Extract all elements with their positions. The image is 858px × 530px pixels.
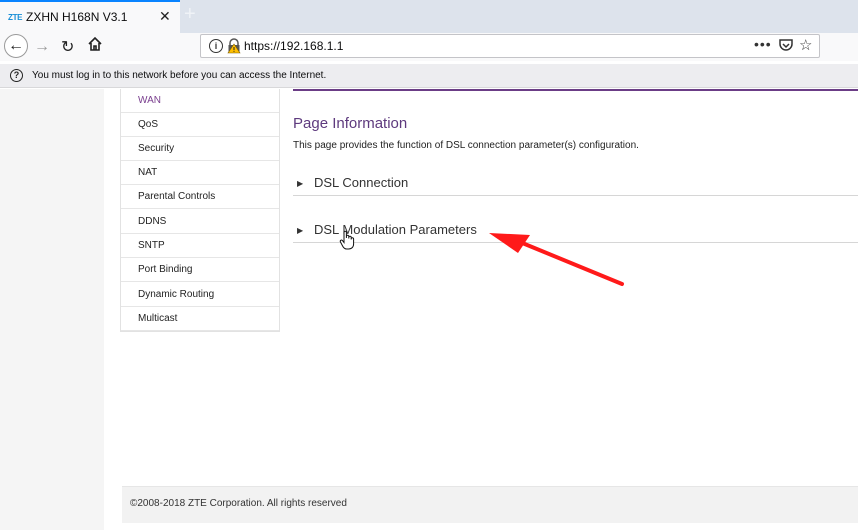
- tab-title: ZXHN H168N V3.1: [26, 10, 128, 24]
- expand-triangle-icon: ▶: [297, 226, 304, 235]
- sidebar-item-wan[interactable]: WAN: [121, 89, 279, 113]
- header-divider: [293, 89, 858, 91]
- insecure-lock-icon[interactable]: [227, 38, 241, 59]
- expand-triangle-icon: ▶: [297, 179, 304, 188]
- sidebar-item-security[interactable]: Security: [121, 137, 279, 161]
- sidebar-item-sntp[interactable]: SNTP: [121, 234, 279, 258]
- question-icon: ?: [10, 69, 23, 82]
- sidebar-item-port-binding[interactable]: Port Binding: [121, 258, 279, 282]
- section-dsl-modulation-parameters[interactable]: ▶ DSL Modulation Parameters: [293, 222, 858, 243]
- page-actions-icon[interactable]: •••: [754, 36, 772, 52]
- sidebar-menu: WAN QoS Security NAT Parental Controls D…: [120, 89, 280, 332]
- sidebar-item-ddns[interactable]: DDNS: [121, 210, 279, 234]
- notification-text: You must log in to this network before y…: [32, 70, 327, 81]
- hand-cursor-icon: [339, 230, 355, 255]
- browser-tab[interactable]: ZTE ZXHN H168N V3.1 ✕: [0, 0, 180, 33]
- page-viewport: WAN QoS Security NAT Parental Controls D…: [0, 89, 858, 530]
- page-title: Page Information: [293, 115, 408, 132]
- sidebar-item-dynamic-routing[interactable]: Dynamic Routing: [121, 283, 279, 307]
- sidebar-item-nat[interactable]: NAT: [121, 161, 279, 185]
- copyright-text: ©2008-2018 ZTE Corporation. All rights r…: [130, 498, 347, 509]
- home-icon[interactable]: [87, 36, 103, 57]
- captive-portal-notification: ? You must log in to this network before…: [0, 64, 858, 88]
- section-title: DSL Connection: [314, 175, 409, 190]
- page-description: This page provides the function of DSL c…: [293, 140, 639, 151]
- back-arrow-icon[interactable]: ←: [4, 34, 28, 58]
- bookmark-star-icon[interactable]: ☆: [799, 36, 812, 54]
- url-text[interactable]: https://192.168.1.1: [244, 39, 343, 53]
- footer: ©2008-2018 ZTE Corporation. All rights r…: [122, 486, 858, 523]
- forward-arrow-icon[interactable]: →: [34, 38, 50, 56]
- info-icon[interactable]: i: [209, 39, 223, 53]
- close-tab-icon[interactable]: ✕: [159, 8, 171, 25]
- reload-icon[interactable]: ↻: [61, 37, 74, 57]
- section-dsl-connection[interactable]: ▶ DSL Connection: [293, 175, 858, 196]
- pocket-icon[interactable]: [779, 39, 793, 57]
- zte-favicon-icon: ZTE: [8, 13, 23, 22]
- sidebar-item-qos[interactable]: QoS: [121, 113, 279, 137]
- tab-strip: ZTE ZXHN H168N V3.1 ✕ +: [0, 0, 858, 33]
- new-tab-icon[interactable]: +: [184, 4, 196, 24]
- url-bar[interactable]: i https://192.168.1.1 ••• ☆: [200, 34, 820, 58]
- sidebar-item-parental-controls[interactable]: Parental Controls: [121, 185, 279, 209]
- sidebar-item-multicast[interactable]: Multicast: [121, 307, 279, 331]
